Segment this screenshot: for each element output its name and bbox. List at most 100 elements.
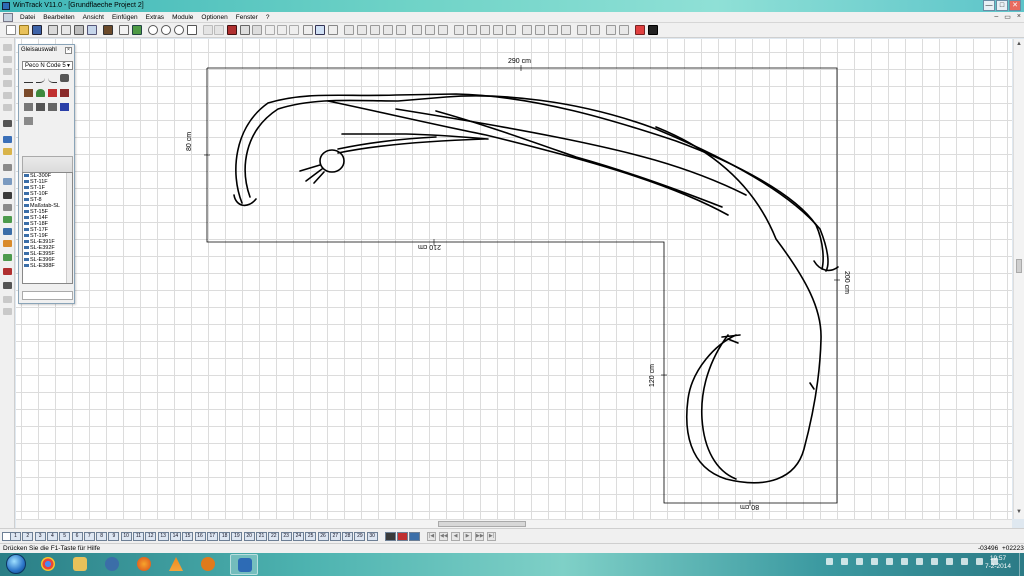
menu-fenster[interactable]: Fenster: [232, 12, 262, 22]
module-tab[interactable]: 29: [354, 532, 366, 541]
text-icon[interactable]: [577, 25, 587, 35]
module-tab[interactable]: 20: [243, 532, 255, 541]
tray-app-4-icon[interactable]: [886, 558, 893, 565]
lamp-icon[interactable]: [48, 103, 57, 111]
module-tab[interactable]: 26: [317, 532, 329, 541]
redo-icon[interactable]: [214, 25, 224, 35]
zoom-window-icon[interactable]: [187, 25, 197, 35]
tray-app-5-icon[interactable]: [901, 558, 908, 565]
delete-icon[interactable]: [227, 25, 237, 35]
child-minimize-button[interactable]: –: [994, 13, 998, 21]
zoom-in-icon[interactable]: [148, 25, 158, 35]
layer-icon[interactable]: [396, 25, 406, 35]
taskbar-chrome[interactable]: [34, 554, 62, 575]
loco-icon[interactable]: [60, 74, 69, 82]
module-tab[interactable]: 27: [329, 532, 341, 541]
catalog-icon[interactable]: [103, 25, 113, 35]
station-icon[interactable]: [24, 89, 33, 97]
start-button[interactable]: [6, 554, 26, 574]
module-loco-icon[interactable]: [397, 532, 408, 541]
vertical-scroll-thumb[interactable]: [1016, 259, 1022, 273]
tool-11-icon[interactable]: [3, 178, 12, 185]
close-button[interactable]: ✕: [1009, 0, 1021, 11]
module-tab[interactable]: 8: [96, 532, 108, 541]
menu-einfuegen[interactable]: Einfügen: [108, 12, 142, 22]
3d-view-icon[interactable]: [60, 103, 69, 111]
module-tab[interactable]: 24: [292, 532, 304, 541]
save-icon[interactable]: [32, 25, 42, 35]
module-tab[interactable]: 2: [22, 532, 34, 541]
building-icon[interactable]: [60, 89, 69, 97]
straight-track-icon[interactable]: [24, 75, 33, 83]
crossing-icon[interactable]: [480, 25, 490, 35]
catalog-select[interactable]: Peco N Code 5 ▼: [22, 61, 73, 70]
taskbar-thunderbird[interactable]: [98, 554, 126, 575]
module-tool-icon[interactable]: [409, 532, 420, 541]
tunnel-icon[interactable]: [506, 25, 516, 35]
platform-icon[interactable]: [522, 25, 532, 35]
module-tab[interactable]: 7: [83, 532, 95, 541]
tools-icon[interactable]: [24, 117, 33, 125]
road-icon[interactable]: [561, 25, 571, 35]
tool-4-icon[interactable]: [3, 80, 12, 87]
tray-app-1-icon[interactable]: [841, 558, 848, 565]
zoom-out-icon[interactable]: [161, 25, 171, 35]
red-signal-icon[interactable]: [635, 25, 645, 35]
menu-datei[interactable]: Datei: [16, 12, 39, 22]
module-nav-button[interactable]: |◀: [427, 532, 436, 541]
drawing-canvas[interactable]: 290 cm 80 cm 210 cm 200 cm 120 cm 80 cm: [16, 39, 1012, 519]
menu-extras[interactable]: Extras: [142, 12, 168, 22]
tree-icon[interactable]: [36, 89, 45, 97]
tool-15-icon[interactable]: [3, 228, 12, 235]
properties-icon[interactable]: [87, 25, 97, 35]
tool-3-icon[interactable]: [3, 68, 12, 75]
cut-icon[interactable]: [265, 25, 275, 35]
module-tab[interactable]: 18: [219, 532, 231, 541]
vertical-scrollbar[interactable]: ▲ ▼: [1013, 39, 1024, 519]
rotate-icon[interactable]: [357, 25, 367, 35]
module-tab[interactable]: 28: [342, 532, 354, 541]
bridge-icon[interactable]: [493, 25, 503, 35]
wintrack-app-icon[interactable]: [2, 2, 10, 10]
tool-17-icon[interactable]: [3, 254, 12, 261]
clipboard-icon[interactable]: [277, 25, 287, 35]
module-nav-button[interactable]: ◀: [451, 532, 460, 541]
tool-13-icon[interactable]: [3, 204, 12, 211]
tool-5-icon[interactable]: [3, 92, 12, 99]
volume-icon[interactable]: [961, 558, 968, 565]
mirror-icon[interactable]: [370, 25, 380, 35]
tool-6-icon[interactable]: [3, 104, 12, 111]
taskbar-app-orange[interactable]: [194, 554, 222, 575]
duplicate-icon[interactable]: [240, 25, 250, 35]
child-restore-button[interactable]: ▭: [1004, 13, 1011, 21]
taskbar-vlc[interactable]: [162, 554, 190, 575]
signal-icon[interactable]: [454, 25, 464, 35]
draw-tool-icon[interactable]: [328, 25, 338, 35]
help-pointer-icon[interactable]: [648, 25, 658, 35]
tray-app-7-icon[interactable]: [931, 558, 938, 565]
network-icon[interactable]: [946, 558, 953, 565]
menu-bearbeiten[interactable]: Bearbeiten: [39, 12, 78, 22]
module-tab[interactable]: 4: [46, 532, 58, 541]
grid-icon[interactable]: [606, 25, 616, 35]
menu-optionen[interactable]: Optionen: [197, 12, 231, 22]
module-tab[interactable]: 16: [194, 532, 206, 541]
tool-7-icon[interactable]: [3, 120, 12, 127]
module-tab[interactable]: 10: [120, 532, 132, 541]
tool-2-icon[interactable]: [3, 56, 12, 63]
module-tab[interactable]: 25: [305, 532, 317, 541]
module-nav-button[interactable]: ▶▶: [475, 532, 484, 541]
module-tab[interactable]: 1: [10, 532, 21, 541]
align-icon[interactable]: [289, 25, 299, 35]
module-nav-button[interactable]: ▶|: [487, 532, 496, 541]
minimize-button[interactable]: —: [983, 0, 995, 11]
menu-ansicht[interactable]: Ansicht: [79, 12, 108, 22]
tool-14-icon[interactable]: [3, 216, 12, 223]
snap-icon[interactable]: [619, 25, 629, 35]
undo-icon[interactable]: [203, 25, 213, 35]
bumper-icon[interactable]: [36, 103, 45, 111]
dimension-icon[interactable]: [590, 25, 600, 35]
menu-module[interactable]: Module: [168, 12, 197, 22]
list-item[interactable]: SL-E388F: [23, 263, 72, 269]
tool-18-icon[interactable]: [3, 268, 12, 275]
